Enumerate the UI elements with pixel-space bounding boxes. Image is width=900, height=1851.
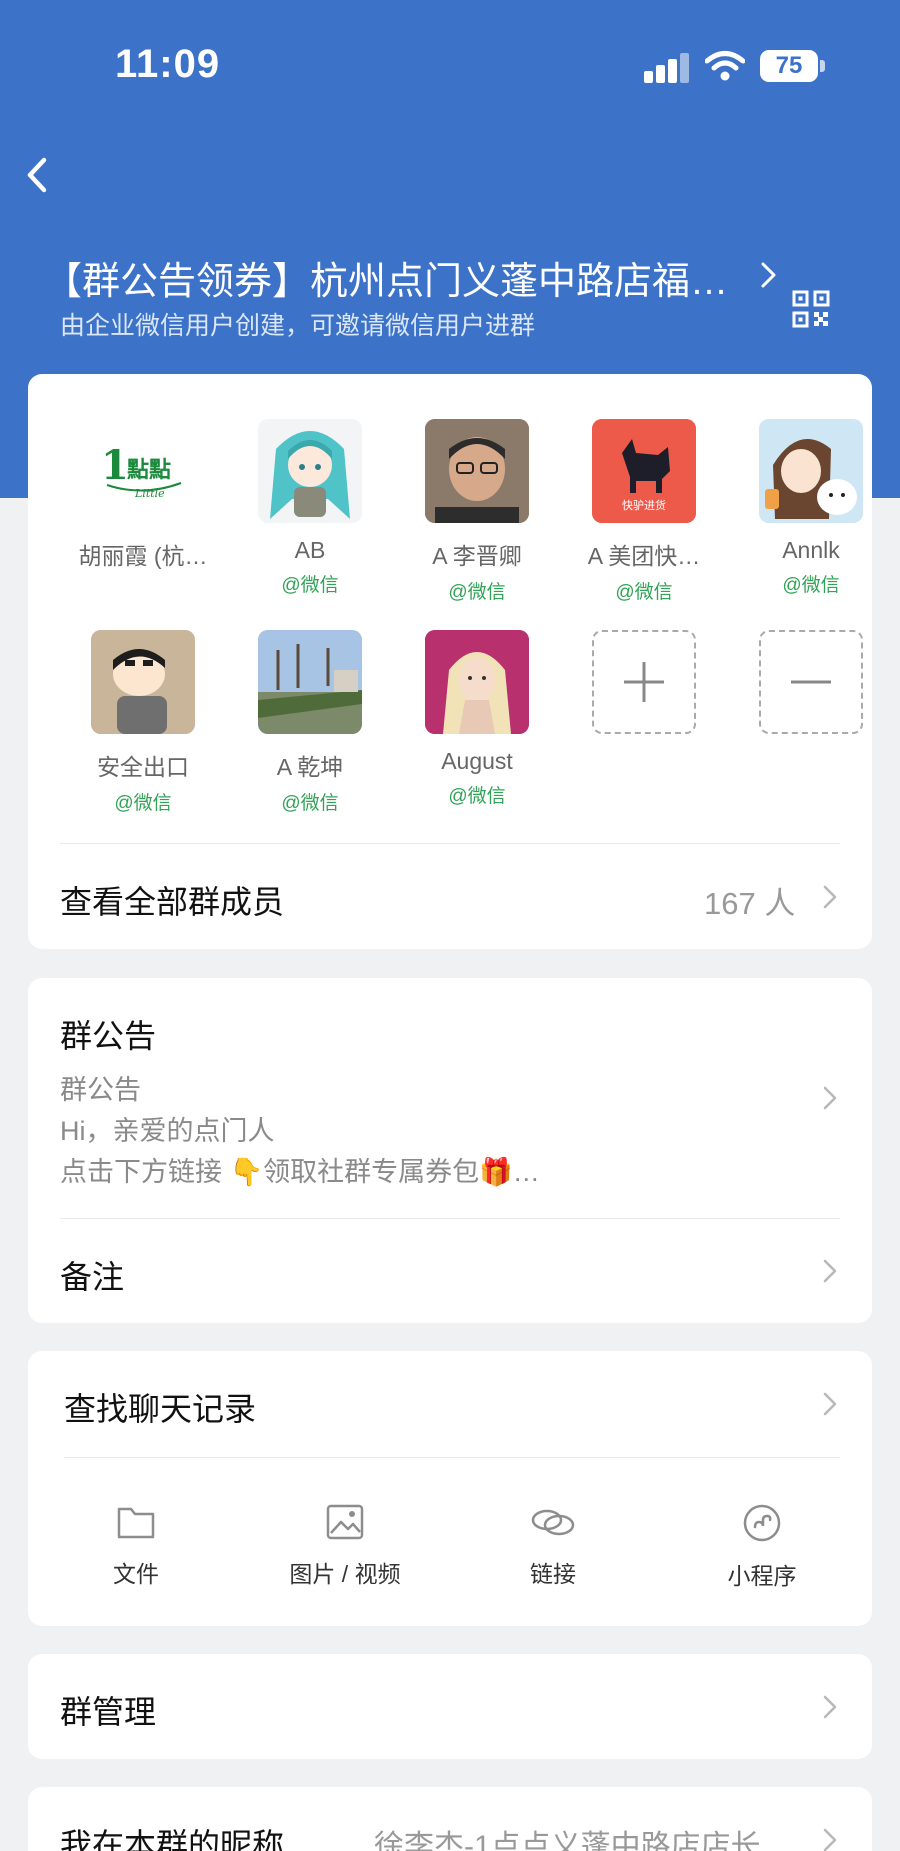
member-item[interactable]: A 李晋卿 @微信 (402, 419, 552, 604)
search-history-label: 查找聊天记录 (64, 1391, 257, 1427)
nickname-label: 我在本群的昵称 (60, 1827, 285, 1851)
announcement-card: 群公告 群公告 Hi，亲爱的点门人 点击下方链接 👇领取社群专属券包🎁… 备注 (28, 978, 872, 1323)
member-tag: @微信 (782, 575, 840, 596)
add-member-button[interactable] (569, 630, 719, 734)
chevron-right-icon (823, 1828, 837, 1851)
group-subtitle: 由企业微信用户创建，可邀请微信用户进群 (60, 312, 536, 340)
tool-files[interactable]: 文件 (56, 1503, 216, 1589)
view-all-members-row[interactable]: 查看全部群成员 167 人 (28, 844, 872, 949)
tool-label: 文件 (113, 1561, 159, 1587)
mini-program-icon (743, 1504, 781, 1542)
group-manage-label: 群管理 (60, 1694, 157, 1730)
avatar (258, 630, 362, 734)
battery-indicator: 75 (760, 50, 818, 82)
member-name: 安全出口 (97, 754, 189, 780)
avatar (425, 419, 529, 523)
chevron-right-icon (823, 1086, 837, 1110)
street-scene-avatar-icon (258, 630, 362, 734)
tool-label: 小程序 (727, 1563, 797, 1589)
avatar: 快驴进货 (592, 419, 696, 523)
chevron-right-icon (823, 885, 837, 909)
member-name: August (441, 748, 513, 774)
chevron-right-icon (823, 1695, 837, 1719)
back-arrow-icon[interactable] (14, 150, 64, 200)
avatar (91, 630, 195, 734)
logo-number: 1 (101, 442, 129, 489)
member-name: A 李晋卿 (432, 543, 522, 569)
member-tag: @微信 (114, 793, 172, 814)
avatar (258, 419, 362, 523)
tool-mini-programs[interactable]: 小程序 (682, 1503, 842, 1591)
member-count: 167 人 (704, 886, 796, 921)
member-item[interactable]: 快驴进货 A 美团快… @微信 (569, 419, 719, 604)
announcement-row[interactable]: 群公告 群公告 Hi，亲爱的点门人 点击下方链接 👇领取社群专属券包🎁… (28, 978, 872, 1218)
logo-brand: 點點 (127, 458, 171, 483)
wifi-icon (705, 51, 745, 81)
view-all-members-label: 查看全部群成员 (60, 884, 285, 920)
link-icon (531, 1509, 575, 1536)
battery-tip-icon (820, 60, 825, 72)
divider (64, 1457, 840, 1458)
status-bar: 11:09 75 (0, 0, 900, 130)
folder-icon (117, 1507, 155, 1539)
logo-script: Little (134, 487, 165, 500)
member-item[interactable]: AB @微信 (235, 419, 385, 597)
member-item[interactable]: 1 點點 Little 胡丽霞 (杭… (68, 419, 218, 577)
member-item[interactable]: Annlk @微信 (736, 419, 886, 597)
cellular-signal-icon (644, 53, 690, 83)
member-name: AB (294, 537, 326, 563)
member-item[interactable]: A 乾坤 @微信 (235, 630, 385, 815)
cartoon-boy-avatar-icon (91, 630, 195, 734)
girl-with-dog-avatar-icon (759, 419, 863, 523)
member-name: A 乾坤 (276, 754, 344, 780)
announcement-title: 群公告 (60, 1018, 157, 1054)
member-tag: @微信 (281, 575, 339, 596)
qr-code-icon[interactable] (792, 290, 830, 328)
image-icon (326, 1504, 364, 1540)
avatar (425, 630, 529, 734)
anime-girl-avatar-icon (270, 431, 350, 519)
announcement-line: 点击下方链接 👇领取社群专属券包🎁… (60, 1157, 540, 1187)
member-tag: @微信 (448, 786, 506, 807)
plus-icon[interactable] (592, 630, 696, 734)
announcement-line: Hi，亲爱的点门人 (60, 1116, 275, 1146)
member-name: Annlk (782, 537, 840, 563)
group-title[interactable]: 【群公告领券】杭州点门义蓬中路店福… (44, 250, 724, 305)
status-time: 11:09 (115, 42, 221, 86)
member-tag: @微信 (448, 582, 506, 603)
chevron-right-icon[interactable] (754, 258, 784, 292)
remove-member-button[interactable] (736, 630, 886, 734)
member-item[interactable]: 安全出口 @微信 (68, 630, 218, 815)
delivery-text: 快驴进货 (622, 498, 666, 512)
tool-label: 链接 (530, 1561, 576, 1587)
remark-label: 备注 (60, 1259, 125, 1295)
announcement-line: 群公告 (60, 1075, 141, 1105)
tool-images-videos[interactable]: 图片 / 视频 (265, 1503, 425, 1589)
nickname-value: 徐李杰-1点点义蓬中路店店长 (374, 1830, 761, 1851)
avatar (759, 419, 863, 523)
chevron-right-icon (823, 1392, 837, 1416)
group-manage-row[interactable]: 群管理 (28, 1654, 872, 1759)
donkey-logo-icon: 快驴进货 (592, 419, 696, 523)
search-history-row[interactable]: 查找聊天记录 (28, 1351, 872, 1457)
tool-label: 图片 / 视频 (289, 1561, 401, 1587)
remark-row[interactable]: 备注 (28, 1219, 872, 1323)
tool-links[interactable]: 链接 (473, 1503, 633, 1589)
member-name: 胡丽霞 (杭… (78, 543, 208, 569)
diandian-logo-icon: 1 點點 Little (101, 442, 182, 500)
minus-icon[interactable] (759, 630, 863, 734)
member-tag: @微信 (615, 582, 673, 603)
blonde-woman-avatar-icon (425, 630, 529, 734)
search-history-card: 查找聊天记录 文件 图片 / 视频 链接 小程序 (28, 1351, 872, 1626)
member-item[interactable]: August @微信 (402, 630, 552, 808)
chevron-right-icon (823, 1259, 837, 1283)
members-card: 1 點點 Little 胡丽霞 (杭… AB @微信 A 李晋卿 @微信 快驴进… (28, 374, 872, 949)
member-name: A 美团快… (587, 543, 701, 569)
member-tag: @微信 (281, 793, 339, 814)
nickname-row[interactable]: 我在本群的昵称 徐李杰-1点点义蓬中路店店长 (28, 1787, 872, 1851)
avatar: 1 點點 Little (91, 419, 195, 523)
man-portrait-avatar-icon (425, 419, 529, 523)
